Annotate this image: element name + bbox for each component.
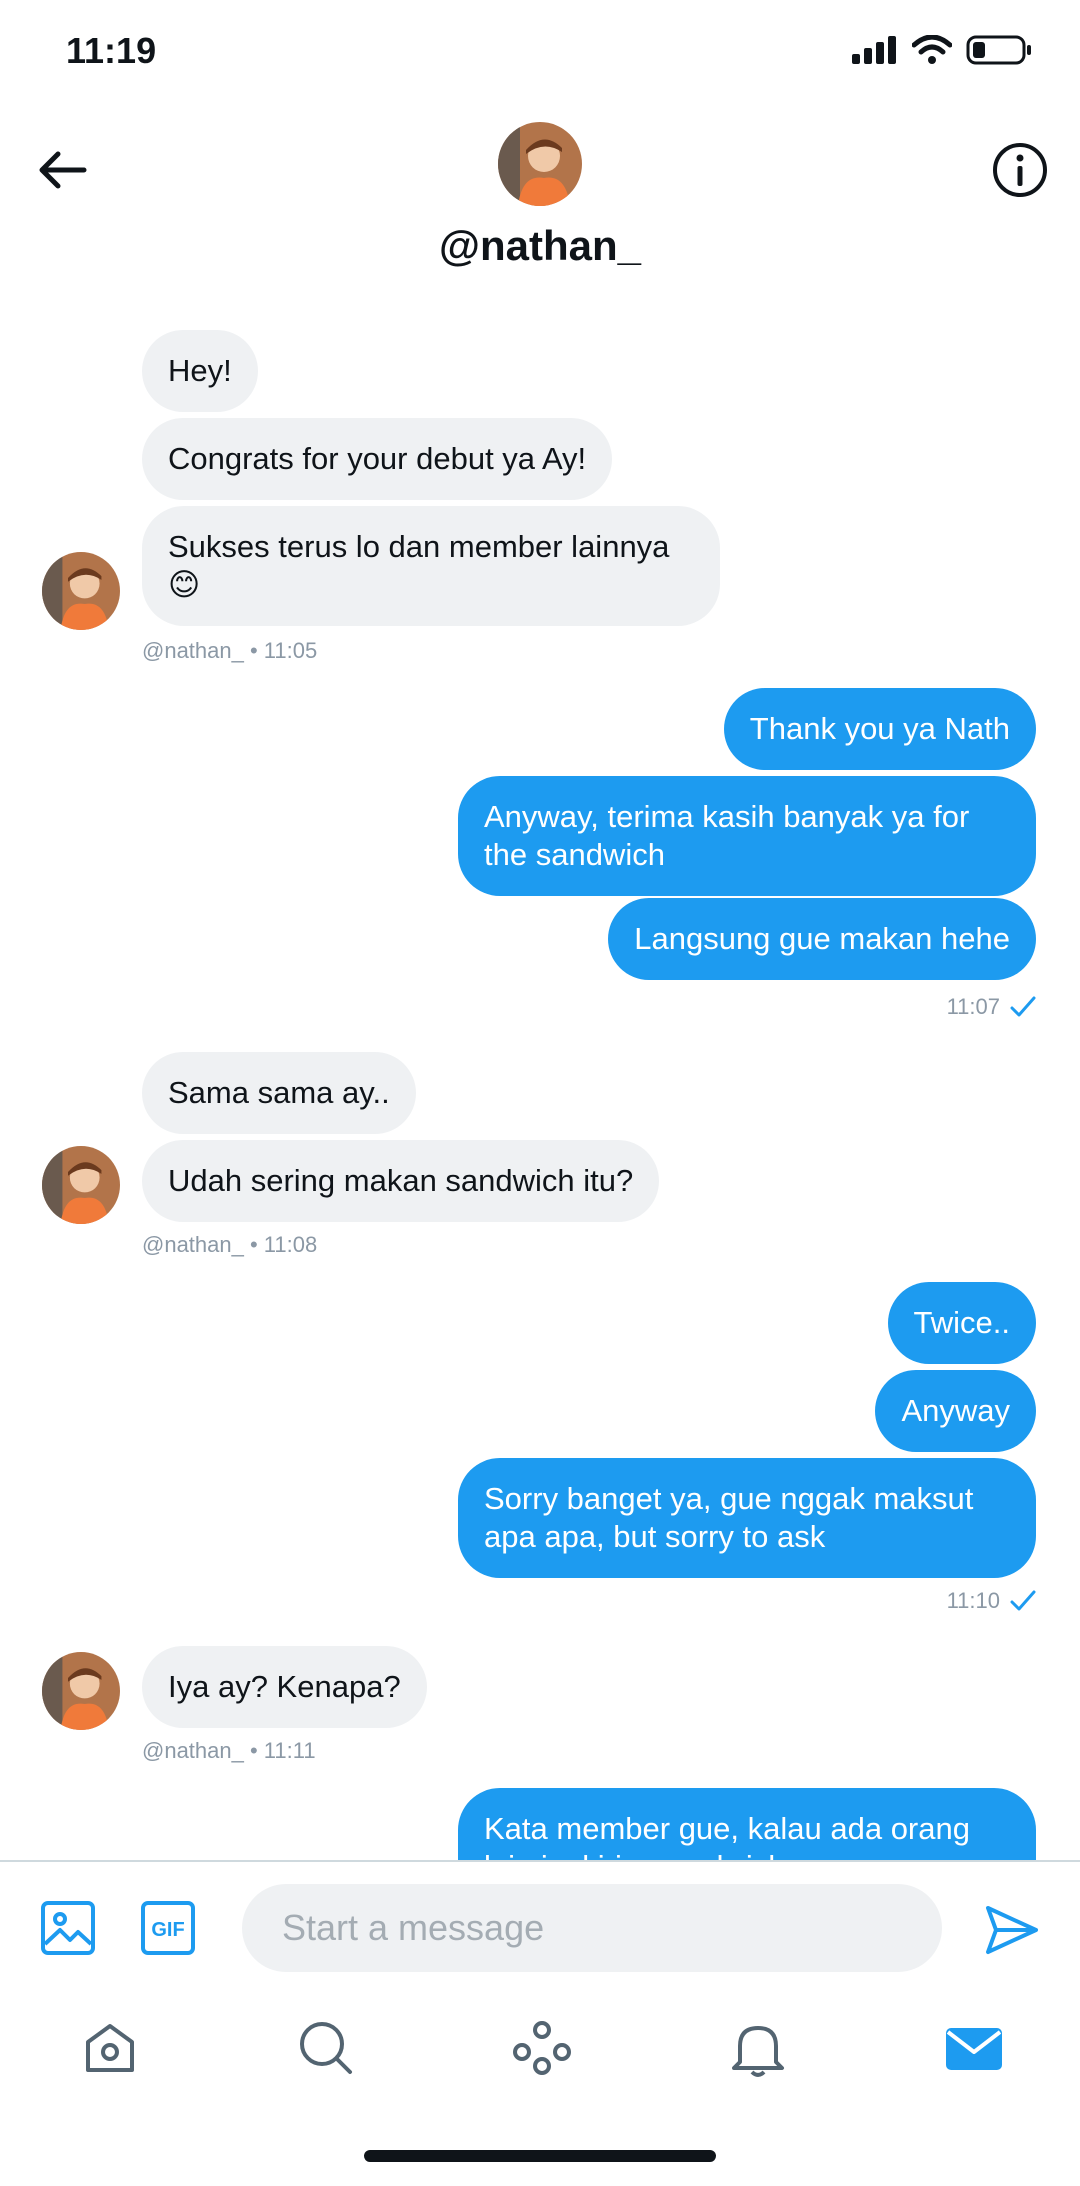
- message-meta: @nathan_ • 11:05: [142, 638, 318, 663]
- message-meta: @nathan_ • 11:11: [142, 1738, 316, 1763]
- back-button[interactable]: [32, 138, 96, 202]
- header-avatar[interactable]: [498, 122, 582, 206]
- status-time: 11:19: [66, 30, 157, 71]
- checkmark-icon: [1010, 1590, 1036, 1611]
- mail-icon: [946, 2028, 1002, 2070]
- send-icon: [986, 1906, 1038, 1954]
- message-meta: @nathan_ • 11:08: [142, 1232, 318, 1257]
- home-icon: [86, 2024, 134, 2072]
- tab-home[interactable]: [78, 2016, 142, 2080]
- sender-avatar[interactable]: [42, 1652, 120, 1730]
- image-icon: [41, 1901, 95, 1955]
- tab-notifications[interactable]: [726, 2016, 790, 2080]
- received-message[interactable]: Sukses terus lo dan member lainnya 😊: [142, 506, 720, 626]
- send-button[interactable]: [982, 1900, 1042, 1960]
- message-composer: GIF: [0, 1860, 1080, 1992]
- received-message[interactable]: Sama sama ay..: [142, 1052, 416, 1134]
- message-time: 11:07: [946, 994, 1000, 1019]
- sent-message[interactable]: Kata member gue, kalau ada orang lain in…: [458, 1788, 1036, 1860]
- battery-icon: [966, 35, 1031, 65]
- message-time: 11:10: [946, 1588, 1000, 1613]
- tab-spaces[interactable]: [510, 2016, 574, 2080]
- tab-messages[interactable]: [942, 2016, 1006, 2080]
- back-arrow-icon: [39, 151, 87, 189]
- sent-message[interactable]: Anyway: [875, 1370, 1036, 1452]
- checkmark-icon: [1010, 996, 1036, 1017]
- info-button[interactable]: [988, 138, 1052, 202]
- bottom-tab-bar: [0, 1990, 1080, 2110]
- received-message[interactable]: Udah sering makan sandwich itu?: [142, 1140, 660, 1222]
- received-message[interactable]: Congrats for your debut ya Ay!: [142, 418, 613, 500]
- gif-icon: GIF: [141, 1901, 195, 1955]
- tab-search[interactable]: [294, 2016, 358, 2080]
- chat-area[interactable]: Hey! Congrats for your debut ya Ay! Suks…: [0, 300, 1080, 1860]
- message-text: Sukses terus lo dan member lainnya: [168, 529, 670, 564]
- home-indicator[interactable]: [364, 2150, 716, 2162]
- add-gif-button[interactable]: GIF: [140, 1900, 196, 1956]
- signal-icon: [852, 36, 896, 64]
- info-icon: [993, 143, 1047, 197]
- sent-message[interactable]: Sorry banget ya, gue nggak maksut apa ap…: [458, 1458, 1036, 1578]
- conversation-username[interactable]: @nathan_: [0, 222, 1080, 270]
- sender-avatar[interactable]: [42, 552, 120, 630]
- message-meta: 11:10: [947, 1588, 1036, 1614]
- received-message[interactable]: Hey!: [142, 330, 258, 412]
- status-bar: 11:19: [0, 0, 1080, 110]
- sent-message[interactable]: Twice..: [887, 1282, 1036, 1364]
- sent-message[interactable]: Thank you ya Nath: [723, 688, 1036, 770]
- status-icons: [852, 34, 1032, 66]
- search-icon: [300, 2022, 352, 2074]
- message-input[interactable]: [242, 1884, 942, 1972]
- gif-label: GIF: [151, 1919, 184, 1941]
- sent-message[interactable]: Anyway, terima kasih banyak ya for the s…: [458, 776, 1036, 896]
- message-meta: 11:07: [947, 994, 1036, 1020]
- spaces-icon: [513, 2021, 571, 2075]
- wifi-icon: [912, 35, 952, 64]
- sent-message[interactable]: Langsung gue makan hehe: [608, 898, 1036, 980]
- smile-emoji: 😊: [168, 567, 201, 602]
- bell-icon: [732, 2026, 784, 2077]
- received-message[interactable]: Iya ay? Kenapa?: [142, 1646, 427, 1728]
- sender-avatar[interactable]: [42, 1146, 120, 1224]
- add-photo-button[interactable]: [40, 1900, 96, 1956]
